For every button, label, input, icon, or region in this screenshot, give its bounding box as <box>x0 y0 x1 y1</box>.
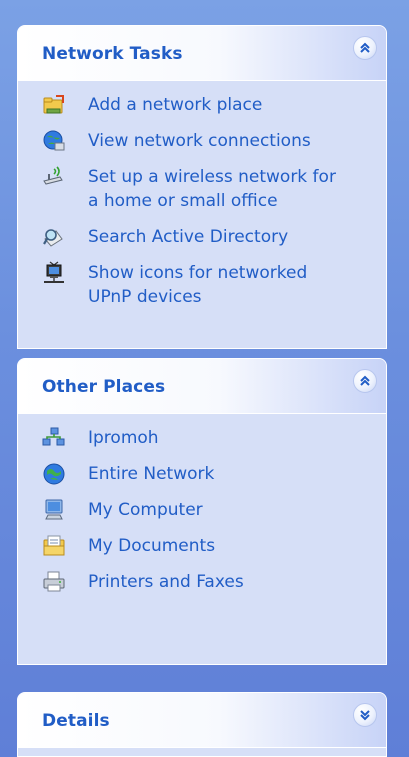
place-my-computer[interactable]: My Computer <box>42 498 386 522</box>
chevron-double-up-icon <box>360 375 370 386</box>
task-label[interactable]: Show icons for networked UPnP devices <box>88 261 348 309</box>
expand-details-button[interactable] <box>353 703 377 727</box>
place-label[interactable]: Printers and Faxes <box>88 570 348 594</box>
other-places-panel: Other Places Ipromoh Entire Network My C… <box>17 358 387 665</box>
task-search-active-directory[interactable]: Search Active Directory <box>42 225 386 249</box>
task-setup-wireless-network[interactable]: Set up a wireless network for a home or … <box>42 165 386 213</box>
collapse-network-tasks-button[interactable] <box>353 36 377 60</box>
place-entire-network[interactable]: Entire Network <box>42 462 386 486</box>
network-tasks-panel: Network Tasks Add a network place View n… <box>17 25 387 349</box>
other-places-list: Ipromoh Entire Network My Computer My Do… <box>18 414 386 608</box>
network-tasks-header[interactable]: Network Tasks <box>18 26 386 81</box>
my-computer-icon <box>42 498 66 522</box>
task-label[interactable]: View network connections <box>88 129 348 153</box>
place-my-documents[interactable]: My Documents <box>42 534 386 558</box>
network-tasks-list: Add a network place View network connect… <box>18 81 386 323</box>
details-title[interactable]: Details <box>42 711 110 731</box>
place-label[interactable]: My Computer <box>88 498 348 522</box>
task-label[interactable]: Set up a wireless network for a home or … <box>88 165 348 213</box>
add-network-place-icon <box>42 93 66 117</box>
upnp-devices-icon <box>42 261 66 285</box>
task-add-network-place[interactable]: Add a network place <box>42 93 386 117</box>
task-view-network-connections[interactable]: View network connections <box>42 129 386 153</box>
place-ipromoh[interactable]: Ipromoh <box>42 426 386 450</box>
other-places-title[interactable]: Other Places <box>42 377 165 397</box>
details-header[interactable]: Details <box>18 693 386 748</box>
collapse-other-places-button[interactable] <box>353 369 377 393</box>
chevron-double-up-icon <box>360 42 370 53</box>
details-panel: Details <box>17 692 387 757</box>
task-label[interactable]: Search Active Directory <box>88 225 348 249</box>
search-directory-icon <box>42 225 66 249</box>
place-printers-and-faxes[interactable]: Printers and Faxes <box>42 570 386 594</box>
place-label[interactable]: Entire Network <box>88 462 348 486</box>
chevron-double-down-icon <box>360 710 370 721</box>
other-places-header[interactable]: Other Places <box>18 359 386 414</box>
place-label[interactable]: Ipromoh <box>88 426 348 450</box>
printers-faxes-icon <box>42 570 66 594</box>
task-label[interactable]: Add a network place <box>88 93 348 117</box>
task-show-upnp-devices[interactable]: Show icons for networked UPnP devices <box>42 261 386 309</box>
entire-network-icon <box>42 462 66 486</box>
network-tasks-title[interactable]: Network Tasks <box>42 44 183 64</box>
place-label[interactable]: My Documents <box>88 534 348 558</box>
my-documents-icon <box>42 534 66 558</box>
wireless-network-icon <box>42 165 66 189</box>
workgroup-icon <box>42 426 66 450</box>
network-connections-icon <box>42 129 66 153</box>
